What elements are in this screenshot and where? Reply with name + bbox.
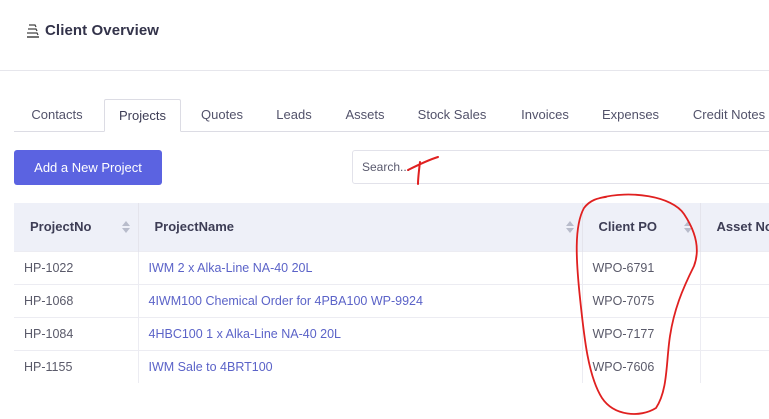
asset-no-cell: [700, 250, 769, 284]
project-no-cell: HP-1022: [14, 250, 139, 284]
table-row: HP-1068 4IWM100 Chemical Order for 4PBA1…: [14, 283, 769, 317]
tab-credit-notes[interactable]: Credit Notes: [684, 99, 769, 130]
search-input[interactable]: [352, 150, 769, 184]
tab-stock-sales[interactable]: Stock Sales: [410, 99, 494, 130]
project-name-link[interactable]: 4IWM100 Chemical Order for 4PBA100 WP-99…: [138, 283, 583, 317]
tab-contacts[interactable]: Contacts: [14, 99, 100, 130]
title-wrap: Client Overview: [26, 22, 159, 39]
tab-quotes[interactable]: Quotes: [186, 99, 258, 130]
client-po-cell: WPO-6791: [582, 250, 701, 284]
tab-leads[interactable]: Leads: [266, 99, 322, 130]
page-header: Client Overview: [0, 0, 769, 71]
asset-no-cell: [700, 349, 769, 383]
projects-table: ProjectNo ProjectName Client PO Asset No…: [14, 203, 769, 383]
project-name-link[interactable]: 4HBC100 1 x Alka-Line NA-40 20L: [138, 316, 583, 350]
column-header-asset-no[interactable]: Asset No: [700, 203, 769, 251]
tab-assets[interactable]: Assets: [334, 99, 396, 130]
tab-projects[interactable]: Projects: [104, 99, 181, 132]
project-no-cell: HP-1155: [14, 349, 139, 383]
asset-no-cell: [700, 283, 769, 317]
column-header-projectno[interactable]: ProjectNo: [14, 203, 139, 251]
column-header-label: ProjectNo: [30, 219, 92, 235]
client-po-cell: WPO-7075: [582, 283, 701, 317]
tab-invoices[interactable]: Invoices: [510, 99, 580, 130]
table-row: HP-1084 4HBC100 1 x Alka-Line NA-40 20L …: [14, 316, 769, 350]
column-header-label: ProjectName: [154, 219, 234, 235]
column-header-label: Asset No: [716, 219, 769, 235]
projects-table-wrap: ProjectNo ProjectName Client PO Asset No…: [14, 203, 769, 383]
project-no-cell: HP-1068: [14, 283, 139, 317]
column-header-projectname[interactable]: ProjectName: [138, 203, 583, 251]
page-title: Client Overview: [45, 22, 160, 39]
column-header-label: Client PO: [598, 219, 658, 235]
stack-icon: [27, 23, 39, 38]
table-header-row: ProjectNo ProjectName Client PO Asset No: [14, 203, 769, 251]
tab-bar: Contacts Projects Quotes Leads Assets St…: [14, 99, 769, 132]
sort-icon[interactable]: [121, 221, 130, 233]
client-po-cell: WPO-7606: [582, 349, 701, 383]
project-name-link[interactable]: IWM Sale to 4BRT100: [138, 349, 583, 383]
project-name-link[interactable]: IWM 2 x Alka-Line NA-40 20L: [138, 250, 583, 284]
add-project-button[interactable]: Add a New Project: [14, 150, 162, 185]
table-row: HP-1022 IWM 2 x Alka-Line NA-40 20L WPO-…: [14, 250, 769, 284]
client-po-cell: WPO-7177: [582, 316, 701, 350]
sort-icon[interactable]: [683, 221, 692, 233]
table-row: HP-1155 IWM Sale to 4BRT100 WPO-7606: [14, 349, 769, 383]
asset-no-cell: [700, 316, 769, 350]
column-header-client-po[interactable]: Client PO: [582, 203, 701, 251]
project-no-cell: HP-1084: [14, 316, 139, 350]
sort-icon[interactable]: [565, 221, 574, 233]
tab-expenses[interactable]: Expenses: [594, 99, 667, 130]
